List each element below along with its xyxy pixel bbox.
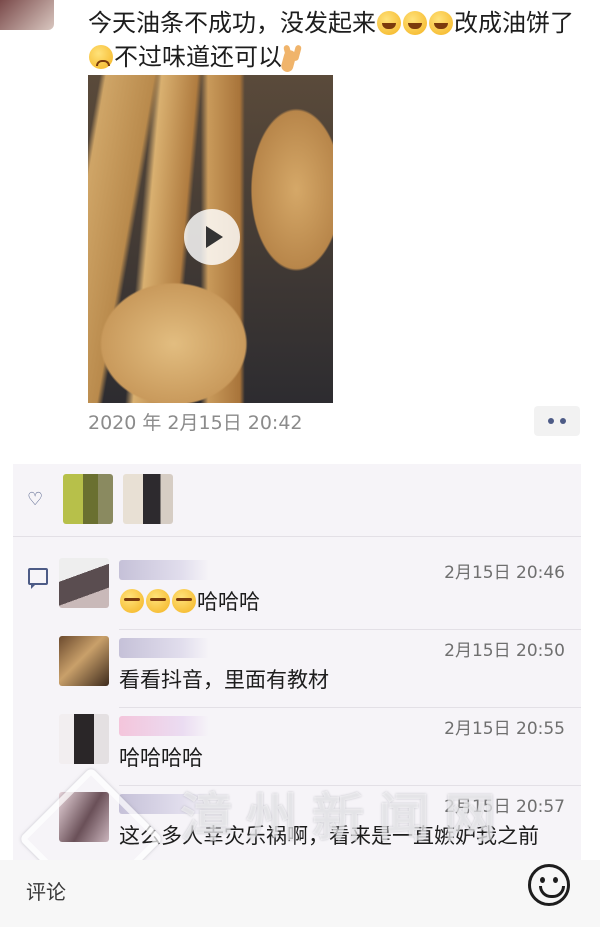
dot-icon (560, 418, 566, 424)
comment-time: 2月15日 20:57 (444, 797, 565, 817)
poster-avatar[interactable] (0, 0, 54, 30)
comment-time: 2月15日 20:46 (444, 563, 565, 583)
commenter-avatar[interactable] (59, 636, 109, 686)
commenter-name[interactable] (119, 560, 209, 580)
commenter-name[interactable] (119, 794, 209, 814)
comment-time: 2月15日 20:55 (444, 719, 565, 739)
like-avatar[interactable] (63, 474, 113, 524)
comment-icon (28, 568, 48, 589)
comment-item[interactable]: 2月15日 20:46 哈哈哈 (59, 558, 581, 628)
post-text-part2: 改成油饼了 (454, 9, 574, 37)
play-icon[interactable] (184, 209, 240, 265)
thinking-face-icon (172, 589, 196, 613)
comment-text-body: 哈哈哈 (197, 590, 260, 614)
video-thumbnail[interactable] (88, 75, 333, 403)
comment-text: 这么多人幸灾乐祸啊，看来是一直嫉妒我之前 (119, 824, 539, 848)
divider (119, 785, 581, 786)
comment-item[interactable]: 2月15日 20:57 这么多人幸灾乐祸啊，看来是一直嫉妒我之前 (59, 792, 581, 862)
victory-hand-icon (283, 45, 305, 69)
comment-input[interactable]: 评论 (26, 876, 66, 905)
thinking-face-icon (146, 589, 170, 613)
comment-text: 哈哈哈 (119, 586, 260, 616)
smiley-face-icon[interactable] (528, 864, 570, 906)
comment-input-bar: 评论 (0, 860, 600, 927)
sad-face-icon (89, 45, 113, 69)
likes-row: ♡ (13, 464, 581, 534)
comment-item[interactable]: 2月15日 20:55 哈哈哈哈 (59, 714, 581, 784)
commenter-avatar[interactable] (59, 714, 109, 764)
comment-text: 哈哈哈哈 (119, 746, 203, 770)
comment-time: 2月15日 20:50 (444, 641, 565, 661)
post-text-part3: 不过味道还可以 (114, 43, 282, 71)
post-timestamp: 2020 年 2月15日 20:42 (88, 412, 303, 434)
like-avatar[interactable] (123, 474, 173, 524)
divider (119, 629, 581, 630)
divider (119, 707, 581, 708)
laughing-face-icon (429, 11, 453, 35)
more-options-button[interactable] (534, 406, 580, 436)
post-text-part1: 今天油条不成功，没发起来 (88, 9, 376, 37)
laughing-face-icon (377, 11, 401, 35)
comment-text: 看看抖音，里面有教材 (119, 668, 329, 692)
comments-panel: ♡ 2月15日 20:46 哈哈哈 2月15日 20:50 看看抖音，里面有教材… (13, 464, 581, 874)
divider (13, 536, 581, 537)
laughing-face-icon (403, 11, 427, 35)
commenter-name[interactable] (119, 716, 209, 736)
heart-icon: ♡ (27, 489, 44, 510)
thinking-face-icon (120, 589, 144, 613)
commenter-avatar[interactable] (59, 558, 109, 608)
comment-item[interactable]: 2月15日 20:50 看看抖音，里面有教材 (59, 636, 581, 706)
commenter-avatar[interactable] (59, 792, 109, 842)
commenter-name[interactable] (119, 638, 209, 658)
dot-icon (548, 418, 554, 424)
post-text: 今天油条不成功，没发起来 改成油饼了不过味道还可以 (88, 6, 593, 74)
